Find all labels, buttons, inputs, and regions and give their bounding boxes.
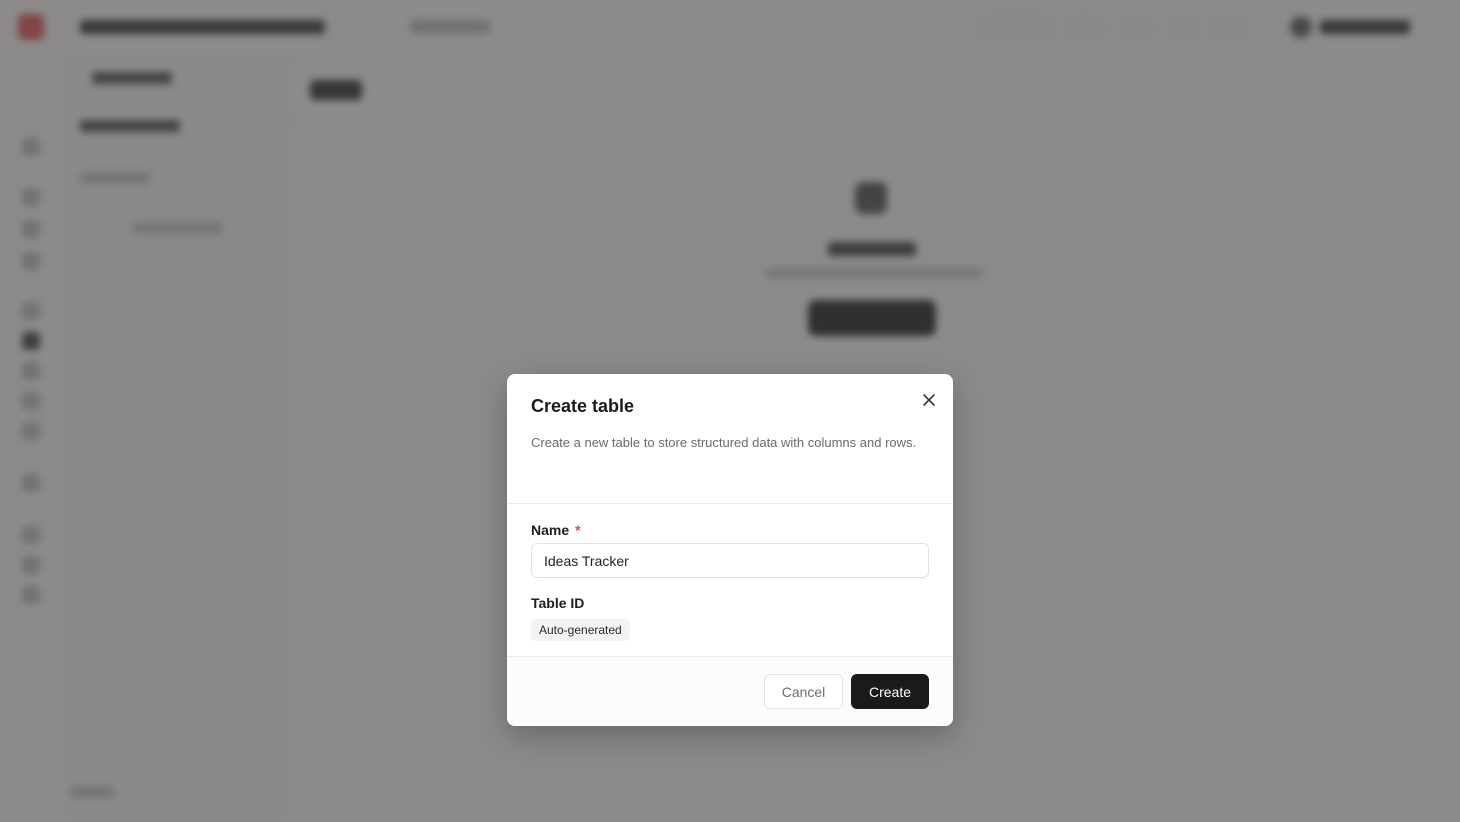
table-id-badge: Auto-generated — [531, 619, 630, 641]
create-table-dialog: Create table Create a new table to store… — [507, 374, 953, 726]
close-icon — [923, 394, 935, 406]
required-marker: * — [575, 522, 581, 538]
dialog-body: Name * Table ID Auto-generated — [507, 504, 953, 656]
cancel-button[interactable]: Cancel — [764, 674, 843, 709]
table-id-label: Table ID — [531, 595, 585, 611]
dialog-header: Create table Create a new table to store… — [507, 374, 953, 504]
dialog-footer: Cancel Create — [507, 656, 953, 726]
name-field-label: Name * — [531, 522, 581, 538]
dialog-description: Create a new table to store structured d… — [531, 435, 917, 450]
app-window: Create table Create a new table to store… — [0, 0, 1460, 822]
dialog-title: Create table — [531, 396, 635, 416]
close-button[interactable] — [917, 388, 941, 412]
name-label-text: Name — [531, 522, 570, 538]
name-input[interactable] — [531, 543, 929, 578]
create-button[interactable]: Create — [851, 674, 929, 709]
